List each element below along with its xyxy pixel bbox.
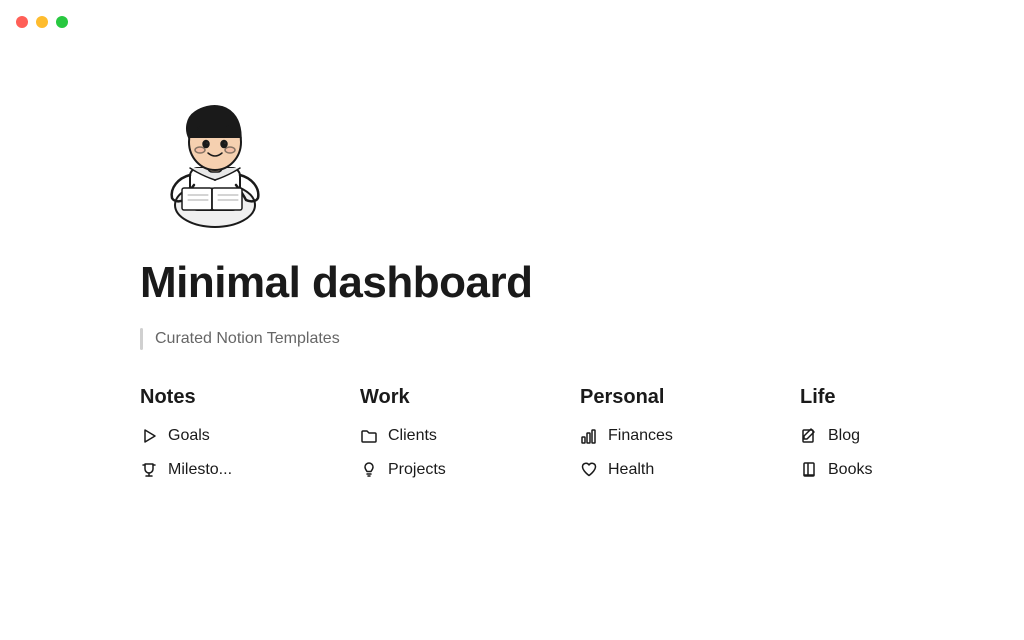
dashboard-grid: Notes Goals Milesto... [140, 386, 1024, 481]
item-goals[interactable]: Goals [140, 425, 300, 447]
column-header-personal: Personal [580, 386, 740, 409]
folder-icon [360, 427, 378, 445]
item-health[interactable]: Health [580, 459, 740, 481]
subtitle-block: Curated Notion Templates [140, 328, 1024, 350]
column-life: Life Blog Books [800, 386, 960, 481]
item-label-books: Books [828, 461, 872, 479]
item-clients[interactable]: Clients [360, 425, 520, 447]
edit-icon [800, 427, 818, 445]
traffic-lights [16, 16, 68, 28]
item-blog[interactable]: Blog [800, 425, 960, 447]
subtitle-border [140, 328, 143, 350]
item-projects[interactable]: Projects [360, 459, 520, 481]
character-illustration [140, 80, 290, 230]
item-milestones[interactable]: Milesto... [140, 459, 300, 481]
column-notes: Notes Goals Milesto... [140, 386, 300, 481]
item-label-goals: Goals [168, 427, 210, 445]
column-personal: Personal Finances Health [580, 386, 740, 481]
maximize-button[interactable] [56, 16, 68, 28]
item-label-finances: Finances [608, 427, 673, 445]
main-content: Minimal dashboard Curated Notion Templat… [0, 0, 1024, 481]
column-work: Work Clients Projects [360, 386, 520, 481]
heart-icon [580, 461, 598, 479]
barchart-icon [580, 427, 598, 445]
trophy-icon [140, 461, 158, 479]
subtitle-text: Curated Notion Templates [155, 330, 340, 348]
close-button[interactable] [16, 16, 28, 28]
column-header-notes: Notes [140, 386, 300, 409]
lightbulb-icon [360, 461, 378, 479]
item-label-milestones: Milesto... [168, 461, 232, 479]
item-books[interactable]: Books [800, 459, 960, 481]
item-label-health: Health [608, 461, 654, 479]
item-label-clients: Clients [388, 427, 437, 445]
play-icon [140, 427, 158, 445]
page-title: Minimal dashboard [140, 258, 1024, 308]
item-label-blog: Blog [828, 427, 860, 445]
book-icon [800, 461, 818, 479]
minimize-button[interactable] [36, 16, 48, 28]
item-finances[interactable]: Finances [580, 425, 740, 447]
column-header-work: Work [360, 386, 520, 409]
item-label-projects: Projects [388, 461, 446, 479]
column-header-life: Life [800, 386, 960, 409]
